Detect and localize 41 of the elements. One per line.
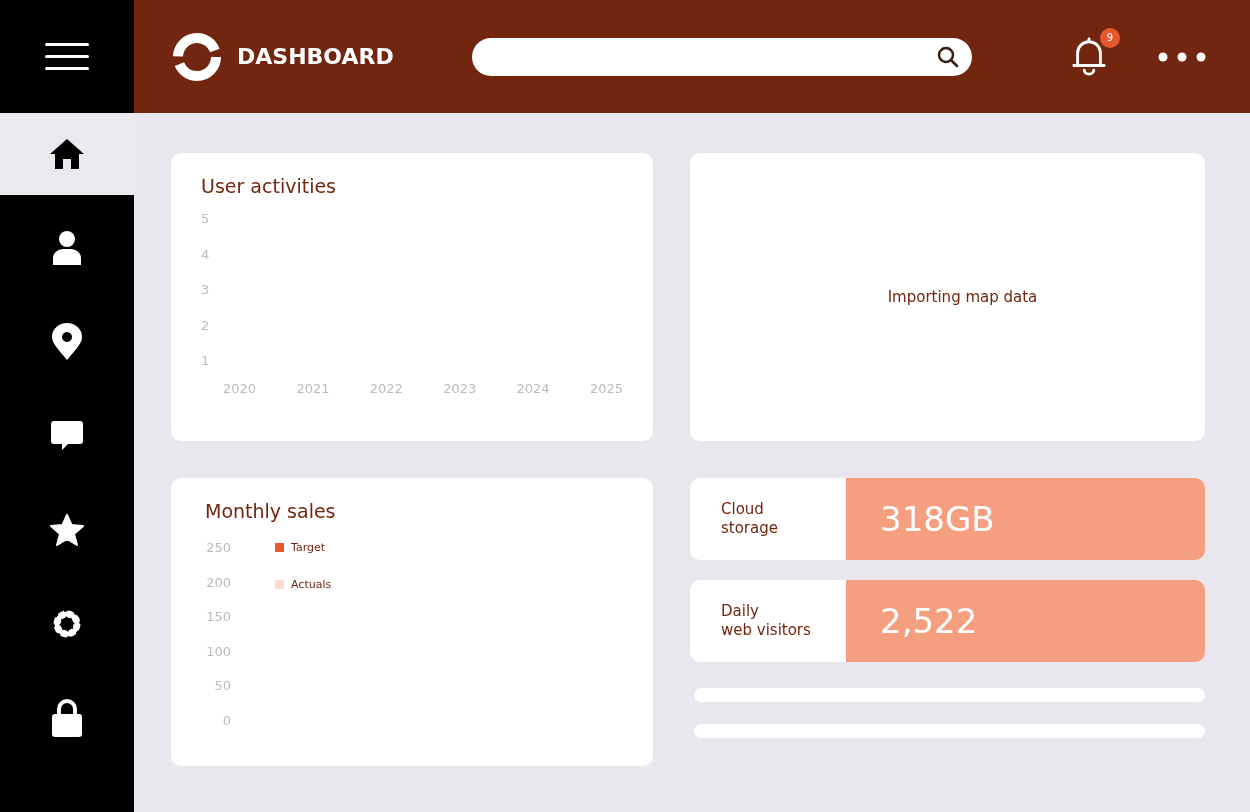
- y-axis-label: 5: [201, 211, 211, 227]
- app-title: DASHBOARD: [237, 44, 394, 69]
- y-axis-label: 100: [206, 643, 231, 661]
- stat-label: Daily web visitors: [720, 600, 812, 641]
- lock-icon: [52, 699, 82, 737]
- y-axis-label: 150: [206, 609, 231, 626]
- more-icon[interactable]: [1158, 51, 1206, 62]
- home-icon: [49, 138, 85, 170]
- search-icon[interactable]: [935, 44, 960, 69]
- y-axis-label: 0: [222, 712, 231, 730]
- user-icon: [52, 230, 82, 266]
- x-axis-label: 2021: [296, 381, 330, 396]
- y-axis-label: 4: [201, 246, 211, 263]
- menu-icon[interactable]: [45, 42, 89, 71]
- location-pin-icon: [52, 323, 82, 361]
- y-axis-label: 1: [201, 353, 211, 369]
- y-axis-label: 250: [206, 540, 231, 557]
- sidebar-item[interactable]: [0, 113, 134, 195]
- stat-label: Cloud storage: [720, 498, 779, 539]
- legend-label: Actuals: [291, 578, 332, 591]
- x-axis-label: 2025: [589, 381, 623, 396]
- stat-value: 2,522: [846, 580, 1205, 662]
- logo-icon: [171, 30, 223, 83]
- x-axis-label: 2024: [516, 381, 550, 396]
- x-axis-label: 2023: [443, 381, 477, 396]
- notification-badge: 9: [1100, 27, 1120, 48]
- x-axis-label: 2020: [223, 381, 257, 396]
- x-axis-label: 2022: [369, 381, 403, 396]
- search-field[interactable]: [471, 37, 972, 76]
- y-axis-label: 200: [206, 574, 231, 592]
- y-axis-label: 2: [201, 317, 211, 334]
- card-title: Monthly sales: [204, 499, 337, 522]
- star-icon: [50, 514, 84, 546]
- card-title: User activities: [200, 174, 337, 197]
- stat-value: 318GB: [846, 478, 1205, 560]
- chat-icon: [51, 421, 83, 451]
- bell-icon[interactable]: [1070, 35, 1108, 76]
- y-axis-label: 3: [201, 282, 211, 298]
- legend-label: Target: [291, 541, 326, 554]
- y-axis-label: 50: [214, 678, 231, 695]
- map-status: Importing map data: [887, 288, 1038, 306]
